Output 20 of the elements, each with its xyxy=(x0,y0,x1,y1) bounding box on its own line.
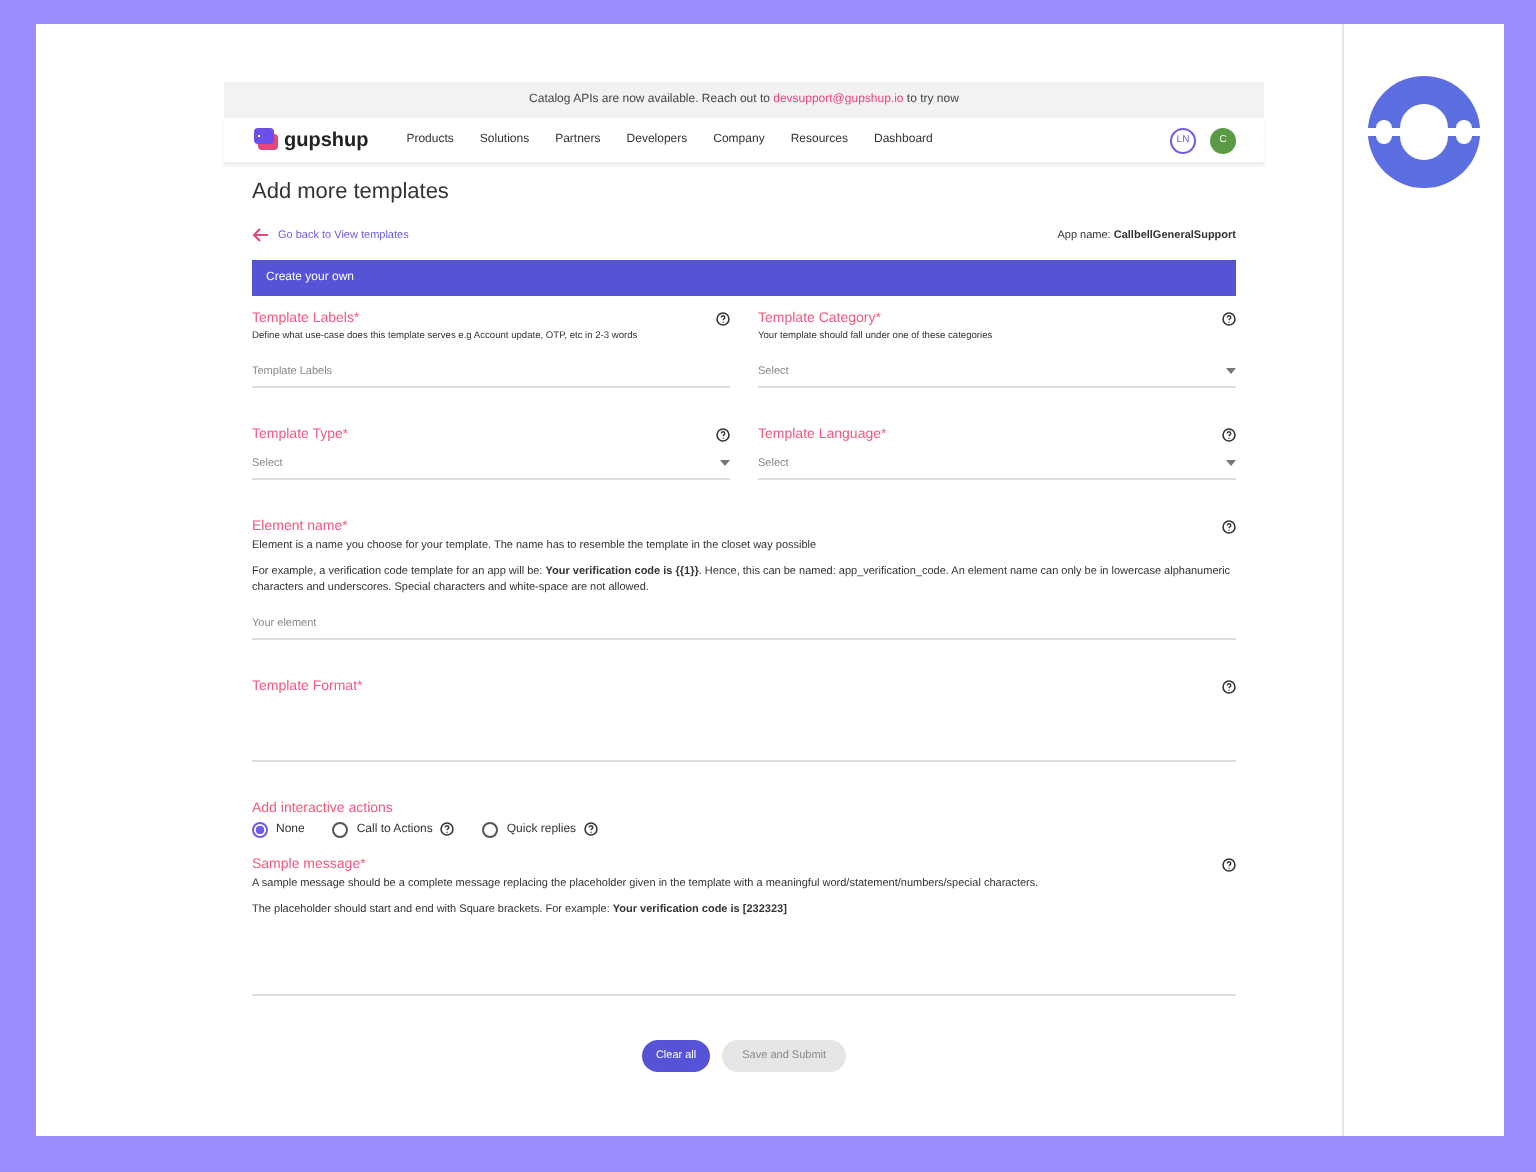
help-icon[interactable] xyxy=(716,312,730,326)
caret-down-icon xyxy=(1226,368,1236,375)
help-icon[interactable] xyxy=(440,822,455,837)
caret-down-icon xyxy=(1226,460,1236,467)
page-title: Add more templates xyxy=(252,180,451,204)
help-icon[interactable] xyxy=(716,427,730,442)
caret-down-icon xyxy=(720,460,730,467)
radio-button[interactable] xyxy=(332,821,349,838)
help-icon[interactable] xyxy=(1222,427,1236,442)
help-icon[interactable] xyxy=(1222,312,1236,326)
radio-button[interactable] xyxy=(252,821,268,838)
help-icon[interactable] xyxy=(1222,519,1236,534)
chat-bubbles-icon xyxy=(252,126,280,154)
logo-text[interactable]: gupshup xyxy=(284,129,369,151)
help-icon[interactable] xyxy=(1222,857,1236,872)
ring-logo-icon xyxy=(1366,76,1482,188)
radio-button[interactable] xyxy=(482,821,499,838)
arrow-left-icon xyxy=(252,228,270,242)
help-icon[interactable] xyxy=(1222,679,1236,694)
help-icon[interactable] xyxy=(584,822,599,837)
